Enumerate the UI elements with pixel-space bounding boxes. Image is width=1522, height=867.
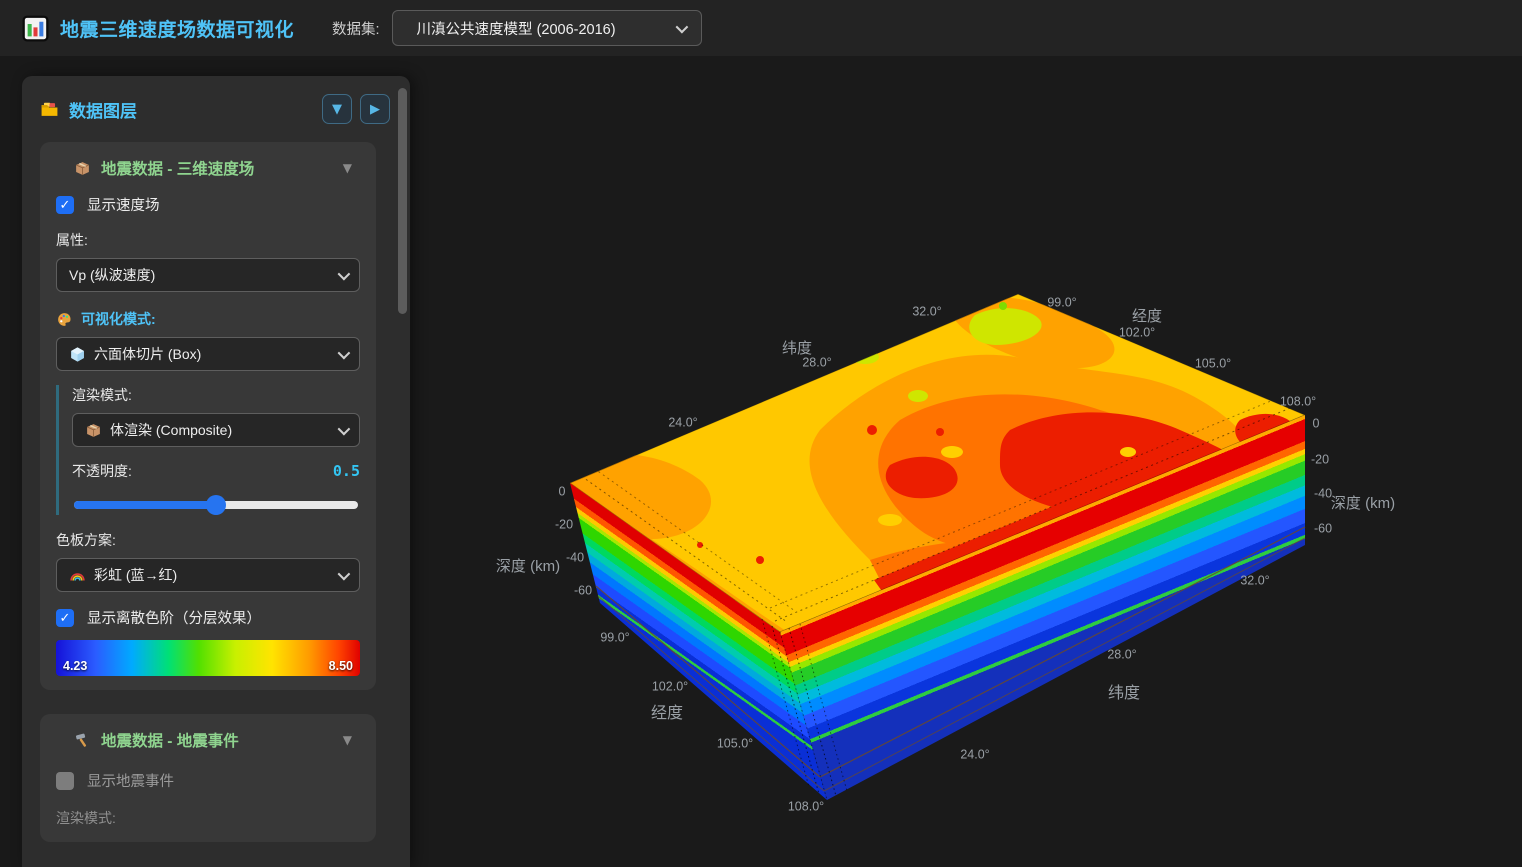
folder-icon xyxy=(40,100,59,119)
attribute-select-value: Vp (纵波速度) xyxy=(69,265,320,285)
chevron-down-icon xyxy=(338,567,351,580)
viewport-3d[interactable]: 纬度28.0°32.0°24.0°99.0°经度102.0°105.0°108.… xyxy=(410,56,1522,867)
bar-chart-icon xyxy=(22,15,49,42)
show-velocity-checkbox[interactable]: ✓ xyxy=(56,196,74,214)
card-title-events: 地震数据 - 地震事件 xyxy=(101,729,343,751)
svg-text:32.0°: 32.0° xyxy=(1240,573,1269,587)
vis-mode-label: 可视化模式: xyxy=(81,309,156,329)
palette-icon xyxy=(56,311,73,328)
play-button[interactable]: ▶ xyxy=(360,94,390,124)
opacity-label: 不透明度: xyxy=(72,461,333,481)
chevron-down-icon xyxy=(338,346,351,359)
dataset-label: 数据集: xyxy=(332,18,380,39)
collapse-all-button[interactable]: ▼ xyxy=(322,94,352,124)
panel-header: 数据图层 ▼ ▶ xyxy=(40,94,390,124)
chevron-down-icon xyxy=(675,20,688,33)
package-icon xyxy=(74,160,91,177)
opacity-slider-thumb[interactable] xyxy=(206,495,226,515)
earthquake-events-card: 地震数据 - 地震事件 ▼ 显示地震事件 渲染模式: xyxy=(40,714,376,842)
svg-text:32.0°: 32.0° xyxy=(912,304,941,318)
svg-text:28.0°: 28.0° xyxy=(1107,647,1136,661)
velocity-field-card: 地震数据 - 三维速度场 ▼ ✓ 显示速度场 属性: Vp (纵波速度) 可视化… xyxy=(40,142,376,690)
svg-text:28.0°: 28.0° xyxy=(802,355,831,369)
colorbar-min: 4.23 xyxy=(63,659,87,673)
vis-mode-select[interactable]: 六面体切片 (Box) xyxy=(56,337,360,371)
page-title: 地震三维速度场数据可视化 xyxy=(60,15,294,42)
rainbow-icon xyxy=(69,567,86,584)
palette-select[interactable]: 彩虹 (蓝→红) xyxy=(56,558,360,592)
colorbar: 4.23 8.50 xyxy=(56,640,360,676)
svg-text:108.0°: 108.0° xyxy=(1280,394,1316,408)
svg-text:108.0°: 108.0° xyxy=(788,799,824,813)
attribute-label: 属性: xyxy=(56,230,360,250)
opacity-slider[interactable] xyxy=(74,495,358,515)
palette-label: 色板方案: xyxy=(56,530,360,550)
card-title-velocity: 地震数据 - 三维速度场 xyxy=(101,157,343,179)
collapse-icon[interactable]: ▼ xyxy=(343,161,360,175)
svg-text:99.0°: 99.0° xyxy=(600,630,629,644)
chevron-down-icon xyxy=(338,267,351,280)
svg-text:深度 (km): 深度 (km) xyxy=(496,558,560,575)
svg-text:24.0°: 24.0° xyxy=(668,415,697,429)
svg-text:-60: -60 xyxy=(1314,521,1332,535)
render-mode-select[interactable]: 体渲染 (Composite) xyxy=(72,413,360,447)
chevron-down-icon xyxy=(338,422,351,435)
svg-text:-60: -60 xyxy=(574,583,592,597)
collapse-icon[interactable]: ▼ xyxy=(343,733,360,747)
dataset-select[interactable]: 川滇公共速度模型 (2006-2016) xyxy=(392,10,702,46)
discrete-levels-label: 显示离散色阶（分层效果） xyxy=(87,607,261,628)
layers-panel: 数据图层 ▼ ▶ 地震数据 - 三维速度场 ▼ ✓ 显示速度场 属性: Vp (… xyxy=(22,76,410,867)
hammer-icon xyxy=(74,732,91,749)
svg-text:24.0°: 24.0° xyxy=(960,747,989,761)
svg-text:-40: -40 xyxy=(1314,486,1332,500)
svg-text:-20: -20 xyxy=(1311,452,1329,466)
discrete-levels-checkbox[interactable]: ✓ xyxy=(56,609,74,627)
show-events-checkbox[interactable] xyxy=(56,772,74,790)
svg-text:105.0°: 105.0° xyxy=(1195,356,1231,370)
svg-text:经度: 经度 xyxy=(651,704,683,722)
svg-text:105.0°: 105.0° xyxy=(717,736,753,750)
cube-icon xyxy=(69,346,86,363)
show-velocity-label: 显示速度场 xyxy=(87,194,160,215)
render-mode-label: 渲染模式: xyxy=(72,385,360,405)
package-icon xyxy=(85,422,102,439)
svg-text:0: 0 xyxy=(1313,416,1320,430)
svg-text:-40: -40 xyxy=(566,550,584,564)
svg-text:-20: -20 xyxy=(555,517,573,531)
events-render-mode-label: 渲染模式: xyxy=(56,808,360,828)
palette-select-value: 彩虹 (蓝→红) xyxy=(94,565,320,585)
svg-text:102.0°: 102.0° xyxy=(652,679,688,693)
svg-text:经度: 经度 xyxy=(1132,308,1162,325)
opacity-value: 0.5 xyxy=(333,462,360,480)
svg-text:纬度: 纬度 xyxy=(1108,684,1140,702)
svg-text:99.0°: 99.0° xyxy=(1047,295,1076,309)
attribute-select[interactable]: Vp (纵波速度) xyxy=(56,258,360,292)
panel-scrollbar[interactable] xyxy=(398,88,407,314)
vis-mode-label-row: 可视化模式: xyxy=(56,309,360,329)
svg-text:0: 0 xyxy=(559,484,566,498)
vis-mode-select-value: 六面体切片 (Box) xyxy=(94,344,320,364)
app-header: 地震三维速度场数据可视化 数据集: 川滇公共速度模型 (2006-2016) xyxy=(0,0,1522,56)
colorbar-max: 8.50 xyxy=(329,659,353,673)
velocity-volume-scene[interactable]: 纬度28.0°32.0°24.0°99.0°经度102.0°105.0°108.… xyxy=(410,56,1522,867)
render-subsection: 渲染模式: 体渲染 (Composite) 不透明度: 0.5 xyxy=(56,385,360,515)
svg-text:深度 (km): 深度 (km) xyxy=(1331,495,1395,512)
panel-title: 数据图层 xyxy=(69,97,314,122)
dataset-select-value: 川滇公共速度模型 (2006-2016) xyxy=(417,18,666,39)
opacity-slider-fill xyxy=(74,501,216,509)
svg-text:102.0°: 102.0° xyxy=(1119,325,1155,339)
render-mode-select-value: 体渲染 (Composite) xyxy=(110,420,320,440)
show-events-label: 显示地震事件 xyxy=(87,770,174,791)
